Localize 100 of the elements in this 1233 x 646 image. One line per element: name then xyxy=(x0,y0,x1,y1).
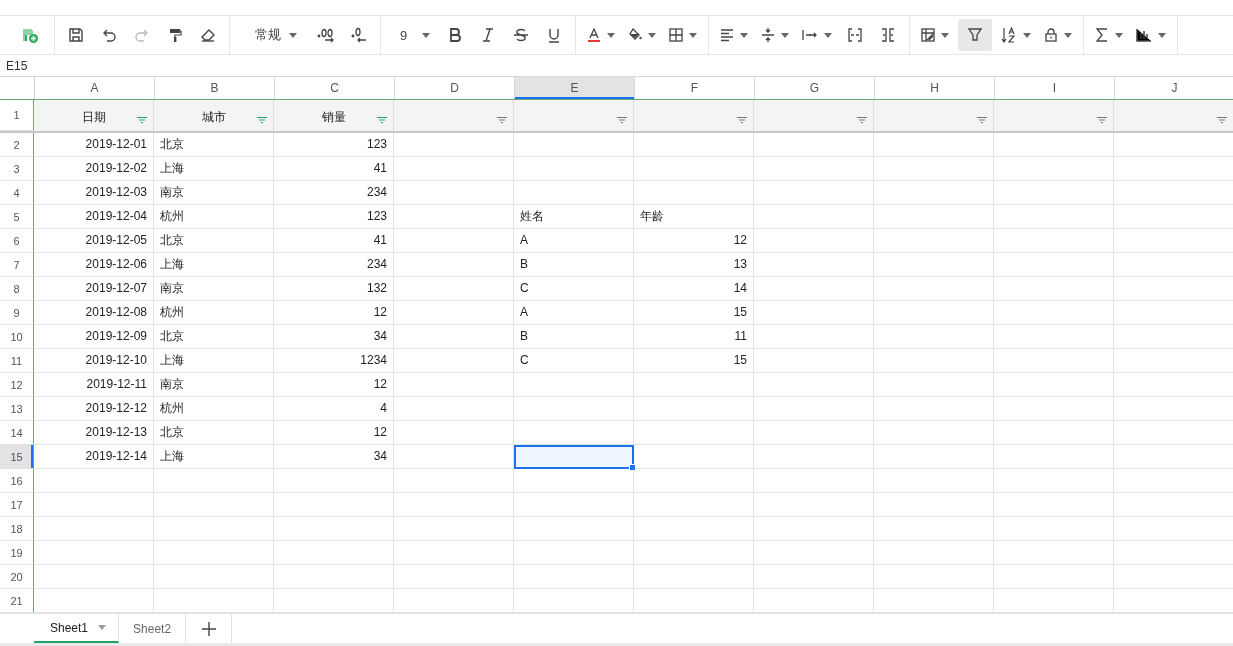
lock-icon xyxy=(1044,28,1058,42)
row-header[interactable]: 10 xyxy=(0,325,34,349)
table-cell: 2019-12-10 xyxy=(34,349,154,373)
filter-icon[interactable] xyxy=(617,117,627,123)
table-cell: 上海 xyxy=(154,157,274,181)
caret-icon xyxy=(422,32,430,38)
row-header[interactable]: 12 xyxy=(0,373,34,397)
table-cell: 1234 xyxy=(274,349,394,373)
column-header[interactable]: H xyxy=(875,77,995,99)
vertical-align-icon xyxy=(761,27,775,43)
redo-icon xyxy=(134,27,150,43)
caret-icon xyxy=(1115,32,1123,38)
table-cell: 2019-12-01 xyxy=(34,133,154,157)
filter-icon[interactable] xyxy=(857,117,867,123)
column-header[interactable]: E xyxy=(515,77,635,99)
hatched-table-icon xyxy=(921,28,935,42)
table-cell: 12 xyxy=(274,373,394,397)
table-cell: 上海 xyxy=(154,253,274,277)
sheet-add-icon xyxy=(21,26,39,44)
row-header[interactable]: 6 xyxy=(0,229,34,253)
column-header[interactable]: C xyxy=(275,77,395,99)
italic-icon xyxy=(481,27,495,43)
caret-icon xyxy=(607,32,615,38)
row-header[interactable]: 21 xyxy=(0,589,34,613)
table-cell: 杭州 xyxy=(154,301,274,325)
decimal-increase-icon xyxy=(317,27,335,43)
filter-icon[interactable] xyxy=(1097,117,1107,123)
filter-icon[interactable] xyxy=(377,117,387,123)
row-header[interactable]: 4 xyxy=(0,181,34,205)
row-header[interactable]: 15 xyxy=(0,445,34,469)
filter-button[interactable] xyxy=(958,19,992,51)
column-header[interactable]: B xyxy=(155,77,275,99)
table-cell: 234 xyxy=(274,181,394,205)
row-header[interactable]: 18 xyxy=(0,517,34,541)
column-header[interactable]: I xyxy=(995,77,1115,99)
table-cell: 年龄 xyxy=(634,205,754,229)
text-color-icon xyxy=(587,27,601,43)
column-header[interactable]: J xyxy=(1115,77,1233,99)
filter-icon[interactable] xyxy=(257,117,267,123)
plus-icon xyxy=(201,621,216,636)
table-cell: 34 xyxy=(274,445,394,469)
row-header[interactable]: 7 xyxy=(0,253,34,277)
number-format-dropdown[interactable]: 常规 xyxy=(237,19,307,51)
filter-icon[interactable] xyxy=(737,117,747,123)
filter-icon[interactable] xyxy=(1217,117,1227,123)
filter-icon[interactable] xyxy=(497,117,507,123)
sort-icon xyxy=(1001,27,1017,43)
table-cell: 2019-12-13 xyxy=(34,421,154,445)
row-header[interactable]: 8 xyxy=(0,277,34,301)
row-header[interactable]: 3 xyxy=(0,157,34,181)
table-cell: 上海 xyxy=(154,349,274,373)
decimal-decrease-icon xyxy=(350,27,368,43)
row-header[interactable]: 13 xyxy=(0,397,34,421)
table-cell: 123 xyxy=(274,133,394,157)
table-cell: C xyxy=(514,277,634,301)
caret-icon xyxy=(648,32,656,38)
table-cell: 2019-12-12 xyxy=(34,397,154,421)
undo-icon xyxy=(101,27,117,43)
table-cell: 12 xyxy=(274,421,394,445)
caret-icon xyxy=(1158,32,1166,38)
row-header[interactable]: 19 xyxy=(0,541,34,565)
caret-icon xyxy=(689,32,697,38)
caret-icon xyxy=(1064,32,1072,38)
sigma-icon xyxy=(1095,28,1109,42)
table-cell: 14 xyxy=(634,277,754,301)
table-cell: 2019-12-08 xyxy=(34,301,154,325)
row-header[interactable]: 5 xyxy=(0,205,34,229)
table-cell: 2019-12-09 xyxy=(34,325,154,349)
table-cell: 杭州 xyxy=(154,205,274,229)
column-header[interactable]: F xyxy=(635,77,755,99)
table-cell: 15 xyxy=(634,349,754,373)
paint-roller-icon xyxy=(167,27,183,43)
column-header[interactable]: G xyxy=(755,77,875,99)
column-header[interactable]: A xyxy=(35,77,155,99)
row-header[interactable]: 20 xyxy=(0,565,34,589)
table-cell: 15 xyxy=(634,301,754,325)
filter-icon[interactable] xyxy=(137,117,147,123)
table-cell: 2019-12-11 xyxy=(34,373,154,397)
table-cell: 13 xyxy=(634,253,754,277)
row-header[interactable]: 11 xyxy=(0,349,34,373)
row-header[interactable]: 17 xyxy=(0,493,34,517)
header-text: 销量 xyxy=(321,109,346,126)
header-text: 日期 xyxy=(81,109,106,126)
table-cell: 北京 xyxy=(154,421,274,445)
filter-icon[interactable] xyxy=(977,117,987,123)
name-box[interactable]: E15 xyxy=(6,58,28,73)
table-cell: 12 xyxy=(274,301,394,325)
strikethrough-icon xyxy=(513,27,529,43)
table-cell: A xyxy=(514,301,634,325)
row-header[interactable]: 2 xyxy=(0,133,34,157)
caret-icon xyxy=(941,32,949,38)
table-cell: 123 xyxy=(274,205,394,229)
font-size-dropdown[interactable]: 9 xyxy=(388,19,436,51)
active-cell[interactable] xyxy=(514,445,634,469)
table-cell: 234 xyxy=(274,253,394,277)
table-cell: 12 xyxy=(634,229,754,253)
row-header[interactable]: 16 xyxy=(0,469,34,493)
row-header[interactable]: 9 xyxy=(0,301,34,325)
eraser-icon xyxy=(200,27,216,43)
sheet-tab[interactable]: Sheet1 xyxy=(34,614,120,643)
